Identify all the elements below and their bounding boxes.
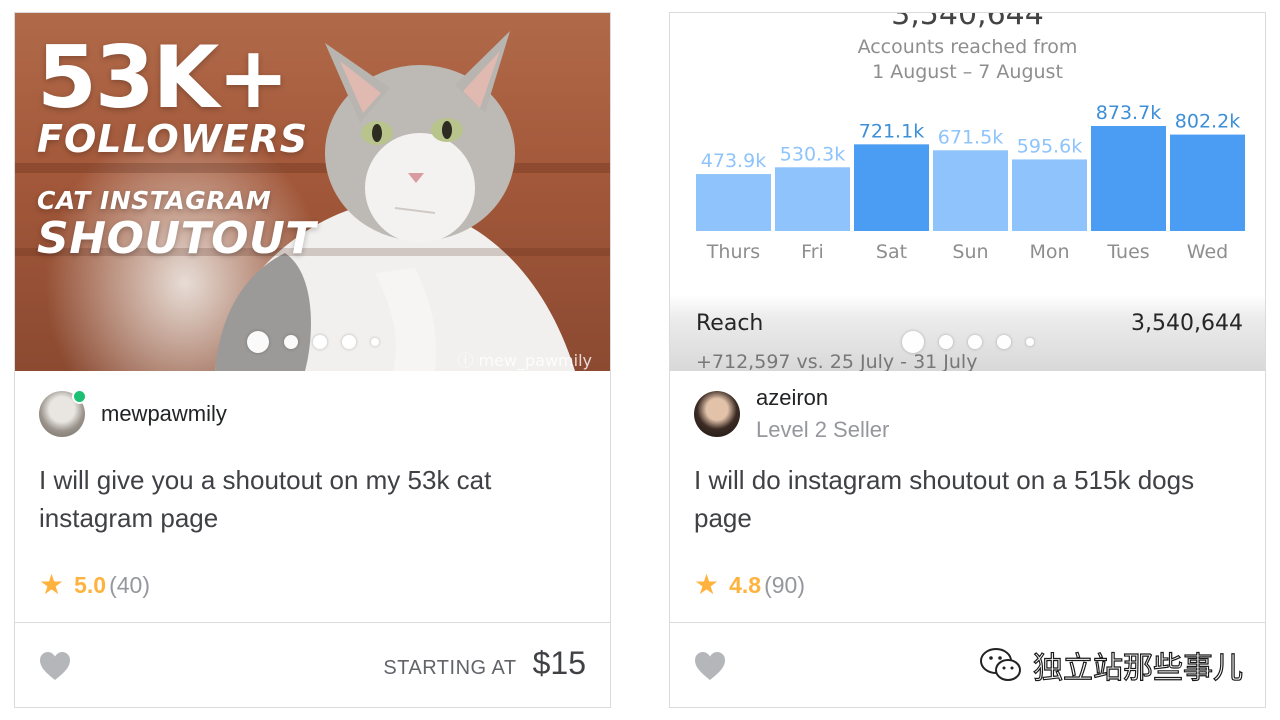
gig-image-carousel[interactable]: 53K+ FOLLOWERS CAT INSTAGRAM SHOUTOUT ⓘ …: [15, 13, 610, 371]
rating-count: (90): [764, 571, 805, 598]
chart-x-tick-label: Sun: [952, 241, 988, 263]
carousel-dot-active[interactable]: [901, 331, 924, 353]
seller-name[interactable]: azeiron: [756, 385, 889, 411]
gig-image-carousel[interactable]: 3,540,644 Accounts reached from 1 August…: [670, 13, 1265, 371]
gig-card-mewpawmily[interactable]: 53K+ FOLLOWERS CAT INSTAGRAM SHOUTOUT ⓘ …: [14, 12, 611, 708]
chart-bar-tues: [1091, 126, 1166, 231]
carousel-dot[interactable]: [967, 335, 982, 349]
star-icon: ★: [694, 569, 720, 600]
carousel-dot-active[interactable]: [246, 331, 269, 353]
wechat-watermark-text: 独立站那些事儿: [1032, 650, 1243, 686]
gig-footer: STARTING AT $15: [15, 622, 610, 707]
gig-footer: 独立站那些事儿: [670, 622, 1265, 707]
chart-x-tick-label: Wed: [1187, 241, 1228, 263]
overlay-tagline-bottom: SHOUTOUT: [37, 213, 316, 264]
carousel-dot[interactable]: [938, 335, 953, 349]
carousel-dot[interactable]: [1025, 338, 1034, 346]
wechat-watermark: 独立站那些事儿: [979, 643, 1244, 687]
gig-rating: ★ 4.8 (90): [694, 571, 805, 599]
chart-bar-sat: [854, 144, 929, 231]
carousel-dot[interactable]: [996, 335, 1011, 349]
carousel-dots: [15, 331, 610, 353]
seller-info[interactable]: mewpawmily: [39, 389, 227, 437]
chart-data-label: 873.7k: [1096, 102, 1161, 124]
overlay-headline-count: 53K+: [37, 28, 289, 128]
wechat-icon: [980, 648, 1021, 681]
chart-bar-fri: [775, 167, 850, 231]
chart-data-label: 721.1k: [859, 120, 924, 142]
overlay-headline-followers: FOLLOWERS: [37, 117, 309, 161]
chart-x-tick-label: Thurs: [706, 241, 760, 263]
rating-score: 4.8: [729, 571, 762, 598]
gig-rating: ★ 5.0 (40): [39, 571, 150, 599]
chart-x-tick-label: Fri: [801, 241, 824, 263]
price-label: STARTING AT: [383, 657, 517, 679]
heart-icon[interactable]: [694, 651, 726, 681]
rating-score: 5.0: [74, 571, 107, 598]
chart-bar-wed: [1170, 134, 1245, 231]
chart-x-tick-label: Tues: [1106, 241, 1149, 263]
avatar[interactable]: [694, 391, 740, 437]
price-value: $15: [532, 645, 586, 681]
carousel-dot[interactable]: [370, 338, 379, 346]
chart-bar-thurs: [696, 174, 771, 231]
reach-comparison: +712,597 vs. 25 July - 31 July: [696, 351, 978, 371]
chart-data-label: 473.9k: [701, 150, 766, 172]
gig-title[interactable]: I will give you a shoutout on my 53k cat…: [39, 461, 589, 537]
seller-text: azeiron Level 2 Seller: [756, 385, 889, 443]
carousel-dot[interactable]: [341, 335, 356, 349]
chart-data-label: 802.2k: [1175, 111, 1240, 133]
heart-icon[interactable]: [39, 651, 71, 681]
chart-bar-sun: [933, 150, 1008, 231]
chart-bar-mon: [1012, 159, 1087, 231]
carousel-dots: [670, 331, 1265, 353]
gig-card-azeiron[interactable]: 3,540,644 Accounts reached from 1 August…: [669, 12, 1266, 708]
avatar[interactable]: [39, 389, 87, 437]
seller-info[interactable]: azeiron Level 2 Seller: [694, 385, 889, 443]
seller-level: Level 2 Seller: [756, 417, 890, 442]
chart-data-label: 530.3k: [780, 143, 845, 165]
chart-data-label: 671.5k: [938, 126, 1003, 148]
carousel-dot[interactable]: [283, 335, 298, 349]
rating-count: (40): [109, 571, 150, 598]
star-icon: ★: [39, 569, 65, 600]
gig-title[interactable]: I will do instagram shoutout on a 515k d…: [694, 461, 1244, 537]
carousel-dot[interactable]: [312, 335, 327, 349]
seller-name[interactable]: mewpawmily: [101, 401, 227, 427]
price-block[interactable]: STARTING AT $15: [383, 645, 586, 682]
chart-x-tick-label: Sat: [876, 241, 907, 263]
reach-bar-chart: 473.9k Thurs 530.3k Fri 721.1k Sat 671.5k Sun 59…: [696, 102, 1245, 263]
overlay-tagline-top: CAT INSTAGRAM: [37, 186, 272, 215]
chart-data-label: 595.6k: [1017, 135, 1082, 157]
online-status-indicator: [72, 389, 87, 404]
chart-x-tick-label: Mon: [1029, 241, 1069, 263]
